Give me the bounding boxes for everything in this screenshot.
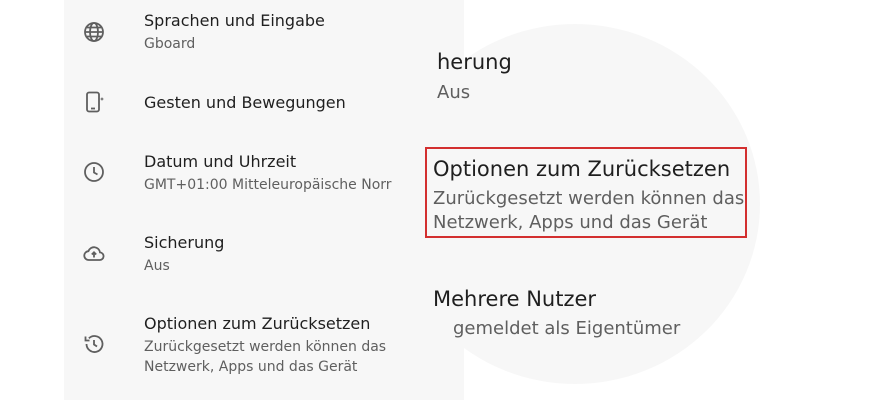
screen: Sprachen und Eingabe Gboard Gesten und B… (0, 0, 879, 400)
settings-item-subtitle: Aus (144, 258, 170, 274)
clock-icon (82, 160, 106, 184)
settings-item-subtitle: GMT+01:00 Mitteleuropäische Norma (144, 177, 406, 193)
settings-item-gestures[interactable]: Gesten und Bewegungen (64, 70, 464, 134)
history-icon (82, 332, 106, 356)
settings-item-title: Sicherung (144, 233, 225, 252)
settings-item-title: Optionen zum Zurücksetzen (144, 314, 371, 333)
settings-item-title: Gesten und Bewegungen (144, 93, 346, 112)
phone-gesture-icon (82, 90, 106, 114)
zoom-backup-subtitle: Aus (437, 82, 471, 103)
settings-item-subtitle: Zurückgesetzt werden können das Netzwerk… (144, 339, 387, 375)
cloud-upload-icon (82, 242, 106, 266)
settings-item-reset[interactable]: Optionen zum Zurücksetzen Zurückgesetzt … (64, 304, 464, 390)
settings-item-title: Datum und Uhrzeit (144, 152, 297, 171)
globe-icon (82, 20, 106, 44)
settings-item-title: Sprachen und Eingabe (144, 11, 325, 30)
zoom-backup-title: herung (437, 50, 512, 74)
zoom-users-subtitle: gemeldet als Eigentümer (453, 318, 681, 339)
zoom-users-title: Mehrere Nutzer (433, 287, 597, 311)
highlight-box (425, 147, 747, 238)
settings-item-language[interactable]: Sprachen und Eingabe Gboard (64, 0, 464, 66)
settings-item-subtitle: Gboard (144, 36, 196, 52)
